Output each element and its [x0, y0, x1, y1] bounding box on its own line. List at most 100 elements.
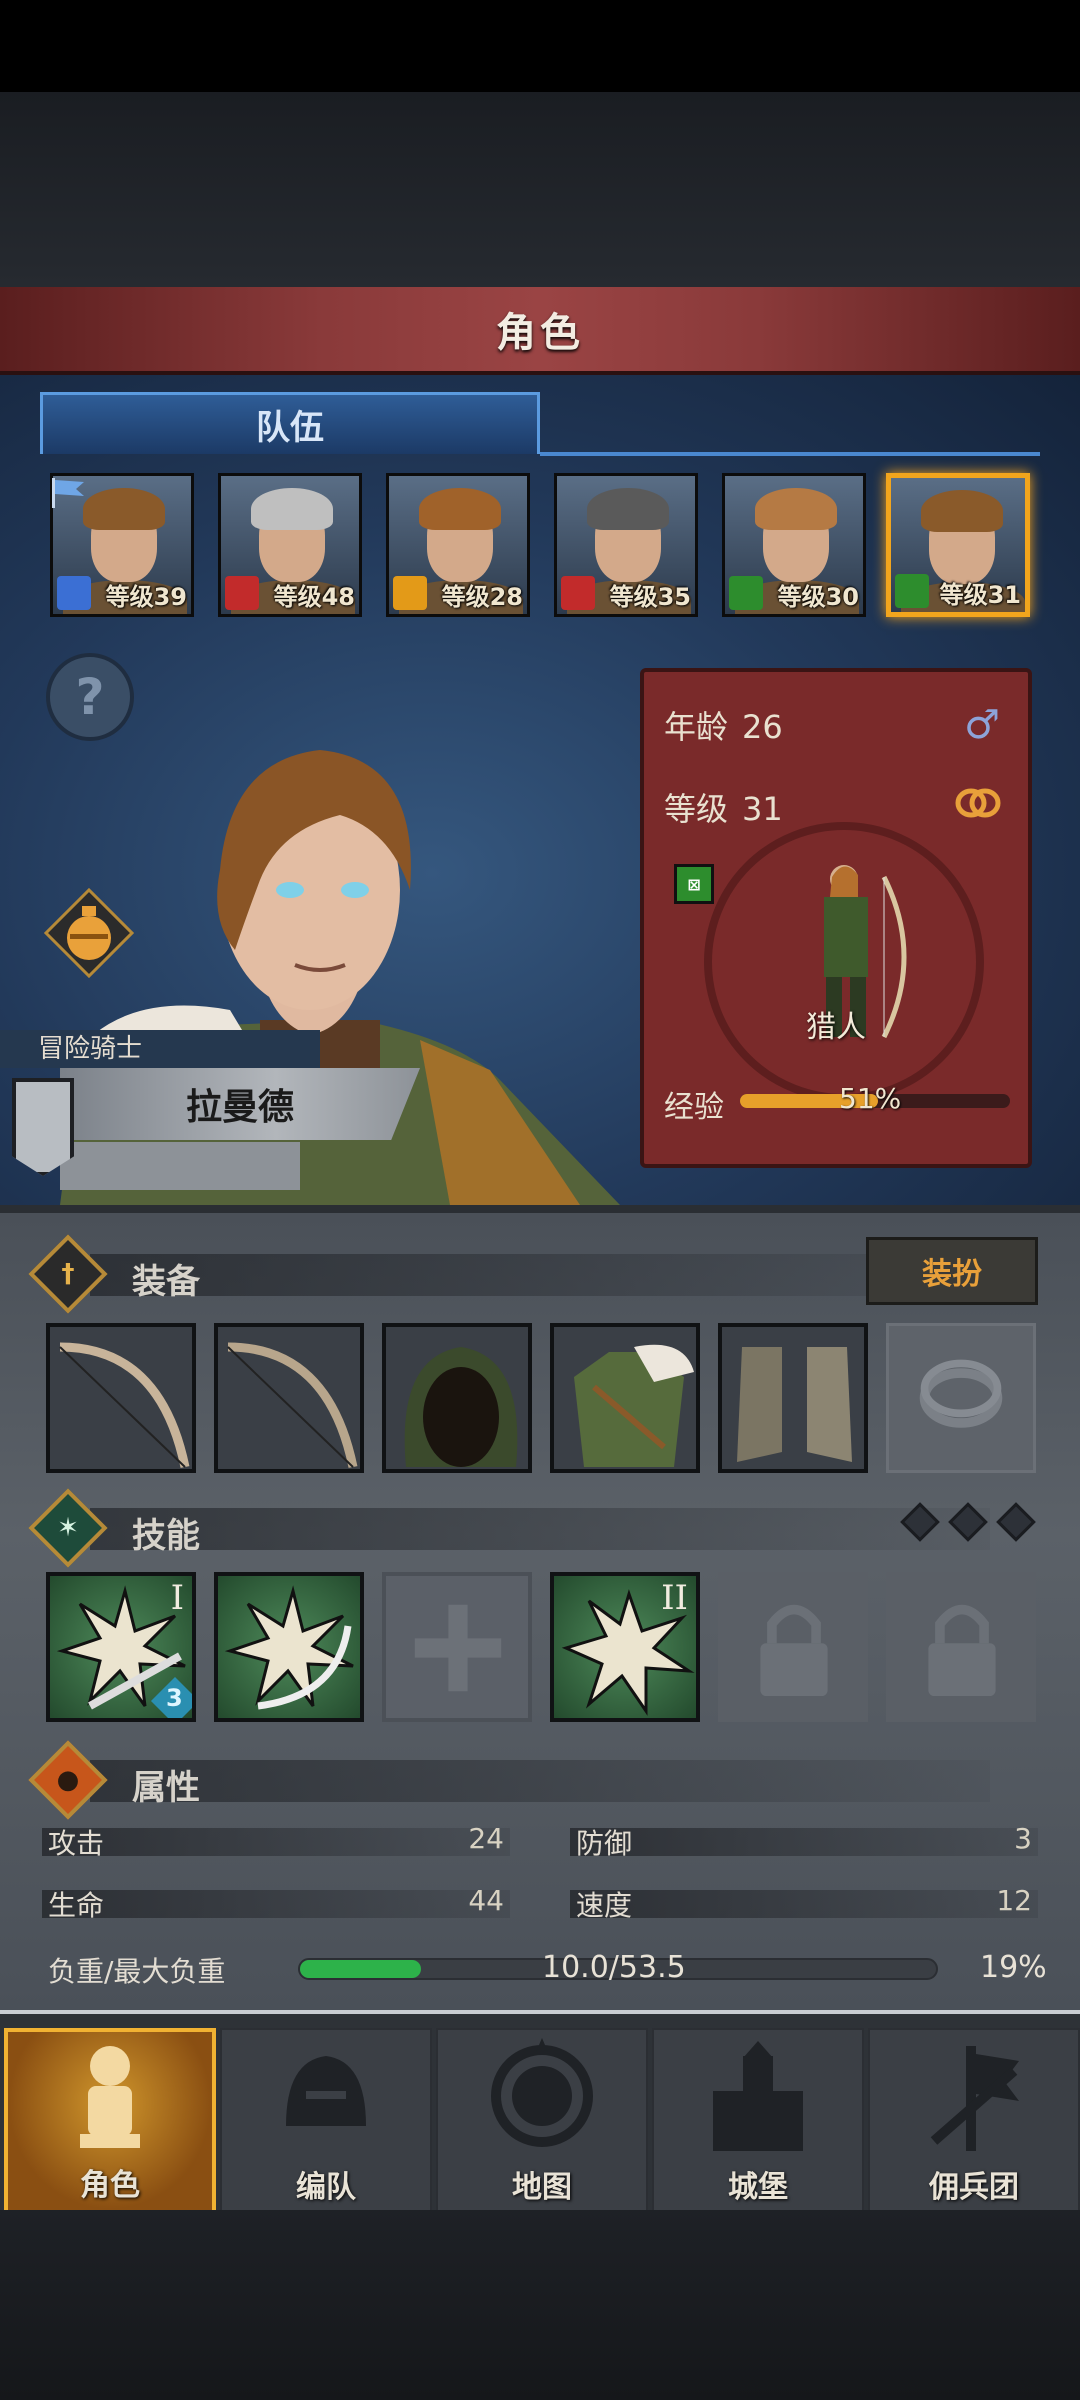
- bow-icon: [227, 1342, 358, 1468]
- equipment-section-icon: †: [28, 1234, 108, 1314]
- nav-character[interactable]: 角色: [4, 2028, 216, 2214]
- crest-shield-icon[interactable]: [12, 1078, 74, 1176]
- tab-underline: [540, 452, 1040, 456]
- bow-class-icon: ⊠: [674, 864, 714, 904]
- skill-slot-5[interactable]: [718, 1572, 868, 1722]
- nav-castle-label: 城堡: [728, 2170, 788, 2205]
- team-member-5[interactable]: 等级30: [722, 473, 866, 617]
- equip-slot-weapon[interactable]: [46, 1323, 196, 1473]
- stat-defense-value: 3: [1014, 1822, 1032, 1855]
- level-value: 31: [742, 790, 783, 828]
- knight-icon: [80, 2046, 140, 2148]
- lock-icon: [928, 1604, 996, 1696]
- level-row: 等级 31: [664, 784, 783, 830]
- team-member-4[interactable]: 等级35: [554, 473, 698, 617]
- bow-icon: [729, 576, 763, 610]
- age-value: 26: [742, 708, 783, 746]
- xp-percent: 51%: [839, 1082, 902, 1115]
- nav-character-label: 角色: [80, 2168, 140, 2203]
- portrait-hair: [921, 490, 1003, 532]
- nav-map[interactable]: 地图: [436, 2028, 648, 2214]
- skills-title: 技能: [132, 1516, 200, 1556]
- team-member-3[interactable]: 等级28: [386, 473, 530, 617]
- attributes-title: 属性: [132, 1768, 200, 1808]
- attributes-header: ● 属性: [28, 1740, 1040, 1820]
- name-ribbon-shadow: [60, 1142, 300, 1190]
- dress-up-button[interactable]: 装扮: [866, 1237, 1038, 1305]
- level-label: 等级: [664, 790, 729, 828]
- stat-speed-label: 速度: [576, 1889, 633, 1922]
- lock-icon: [760, 1604, 828, 1696]
- banner-icon: [930, 2046, 1019, 2151]
- skill-rank: I: [170, 1578, 184, 1618]
- bow-icon: [895, 574, 929, 608]
- rings-icon[interactable]: [954, 786, 1002, 820]
- character-name: 拉曼德: [185, 1087, 294, 1128]
- nav-map-label: 地图: [512, 2170, 572, 2205]
- tab-team[interactable]: 队伍: [40, 392, 540, 454]
- gem-icon: [900, 1502, 940, 1542]
- cross-icon: [414, 1604, 502, 1692]
- stat-weight: 负重/最大负重: [42, 1950, 302, 1990]
- weight-percent: 19%: [980, 1950, 1047, 1985]
- stat-attack-label: 攻击: [48, 1827, 105, 1860]
- armor-icon: [574, 1344, 694, 1467]
- equipment-title: 装备: [132, 1262, 200, 1302]
- stat-defense: 防御 3: [570, 1822, 1038, 1862]
- nav-formation[interactable]: 编队: [220, 2028, 432, 2214]
- section-bar: [90, 1254, 990, 1296]
- team-member-level: 等级31: [939, 581, 1021, 609]
- portrait-hair: [755, 488, 837, 530]
- sword-icon: [57, 576, 91, 610]
- equip-slot-body[interactable]: [550, 1323, 700, 1473]
- skill-slot-6[interactable]: [886, 1572, 1036, 1722]
- portrait-hair: [587, 488, 669, 530]
- male-icon: ♂: [964, 702, 1000, 748]
- team-member-level: 等级30: [777, 583, 859, 611]
- bottom-nav: 角色 编队 地图 城堡 佣兵团: [0, 2010, 1080, 2214]
- bow-icon: [59, 1342, 190, 1468]
- character-tier: 冒险骑士: [0, 1030, 320, 1068]
- question-icon: ?: [75, 668, 105, 726]
- compass-icon: [491, 2038, 593, 2147]
- wolf-icon: [561, 576, 595, 610]
- helmet-icon: [286, 2056, 366, 2126]
- character-info-card: 年龄 26 ♂ 等级 31 ⊠ 猎人 经验 51%: [640, 668, 1032, 1168]
- skill-rank: II: [661, 1578, 688, 1618]
- skills-header: ✶ 技能: [28, 1488, 1040, 1568]
- skill-slot-4[interactable]: II: [550, 1572, 700, 1722]
- equip-slot-offhand[interactable]: [214, 1323, 364, 1473]
- equip-slot-head[interactable]: [382, 1323, 532, 1473]
- nav-mercenary[interactable]: 佣兵团: [868, 2028, 1080, 2214]
- leader-flag-icon: [52, 478, 84, 508]
- stat-defense-label: 防御: [576, 1827, 633, 1860]
- skill-slot-1[interactable]: I 3: [46, 1572, 196, 1722]
- skill-slot-3[interactable]: [382, 1572, 532, 1722]
- team-member-6[interactable]: 等级31: [886, 473, 1030, 617]
- stat-hp-label: 生命: [48, 1889, 105, 1922]
- weight-bar-fill: [300, 1960, 421, 1978]
- tab-team-label: 队伍: [256, 408, 324, 448]
- portrait-hair: [419, 488, 501, 530]
- class-name: 猎人: [806, 1010, 866, 1045]
- equip-slot-feet[interactable]: [718, 1323, 868, 1473]
- bow-burst-icon: [224, 1585, 354, 1710]
- shield-icon: [393, 576, 427, 610]
- name-ribbon[interactable]: 拉曼德: [60, 1068, 420, 1140]
- nav-castle[interactable]: 城堡: [652, 2028, 864, 2214]
- ring-icon: [919, 1359, 1003, 1428]
- team-member-2[interactable]: 等级48: [218, 473, 362, 617]
- stat-hp-value: 44: [468, 1884, 504, 1917]
- portrait-hair: [251, 488, 333, 530]
- page-title: 角色: [496, 310, 584, 356]
- stat-speed: 速度 12: [570, 1884, 1038, 1924]
- equip-slot-ring[interactable]: [886, 1323, 1036, 1473]
- team-member-level: 等级39: [105, 583, 187, 611]
- stat-attack-value: 24: [468, 1822, 504, 1855]
- skill-badge: 3: [166, 1684, 183, 1712]
- xp-label: 经验: [664, 1090, 724, 1125]
- attributes-section-icon: ●: [28, 1740, 108, 1820]
- stat-hp: 生命 44: [42, 1884, 510, 1924]
- skill-slot-2[interactable]: [214, 1572, 364, 1722]
- portrait-hair: [83, 488, 165, 530]
